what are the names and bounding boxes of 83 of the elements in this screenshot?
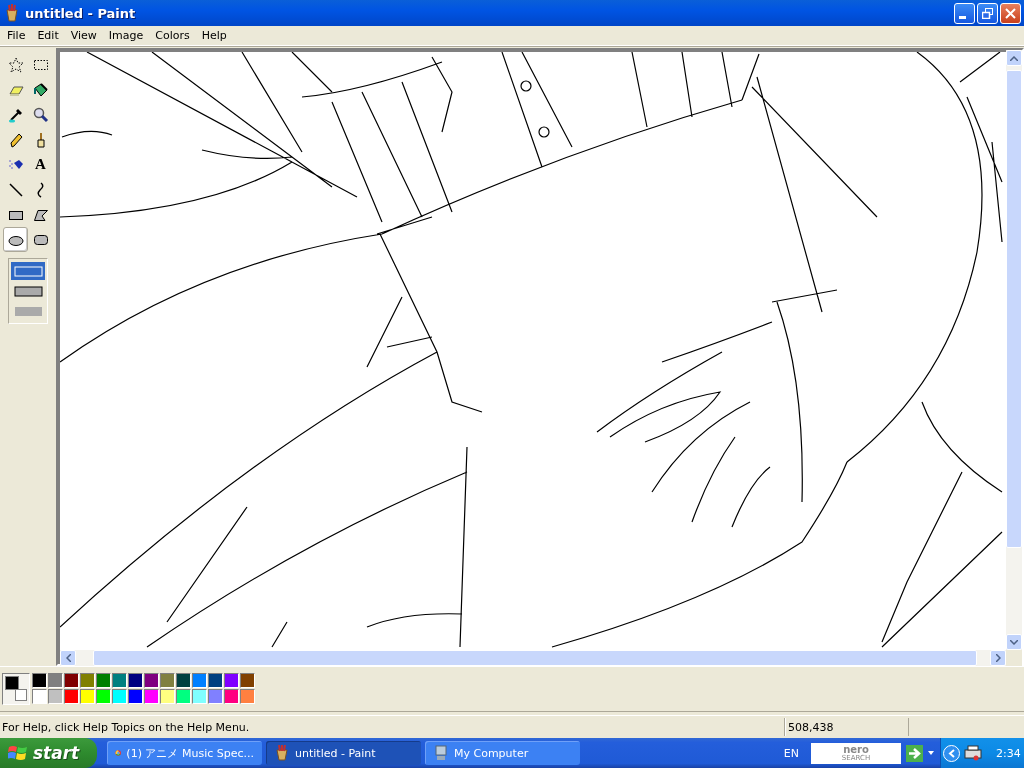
paint-app-icon bbox=[274, 745, 290, 761]
paint-bucket-icon bbox=[32, 81, 49, 98]
window-title: untitled - Paint bbox=[25, 5, 137, 21]
color-swatch[interactable] bbox=[128, 673, 143, 688]
scrollbar-corner bbox=[1006, 650, 1022, 666]
taskbar-button[interactable]: My Computer bbox=[425, 741, 580, 765]
background-color[interactable] bbox=[15, 689, 27, 701]
magnifier-icon bbox=[32, 106, 49, 123]
paint-app-icon bbox=[4, 4, 20, 22]
menu-item[interactable]: Image bbox=[102, 28, 150, 43]
color-swatch[interactable] bbox=[112, 689, 127, 704]
scroll-left-button[interactable] bbox=[60, 650, 76, 666]
taskbar-button[interactable]: untitled - Paint bbox=[266, 741, 421, 765]
color-swatch[interactable] bbox=[64, 673, 79, 688]
menu-item[interactable]: Edit bbox=[31, 28, 65, 43]
caret-up-icon bbox=[1010, 55, 1018, 61]
taskbar-button[interactable]: (1) アニメ Music Spec... bbox=[107, 741, 262, 765]
restore-icon bbox=[982, 7, 993, 19]
cursor-coordinates: 508,438 bbox=[784, 718, 908, 736]
color-swatch[interactable] bbox=[144, 689, 159, 704]
tool-button[interactable]: A bbox=[28, 152, 53, 177]
color-swatch[interactable] bbox=[96, 673, 111, 688]
caret-down-icon bbox=[1010, 639, 1018, 645]
minimize-button[interactable] bbox=[954, 2, 975, 24]
color-swatch[interactable] bbox=[160, 673, 175, 688]
menu-item[interactable]: Help bbox=[195, 28, 233, 43]
minimize-icon bbox=[959, 15, 966, 19]
chevron-left-icon bbox=[948, 748, 955, 758]
fill-style-option[interactable] bbox=[11, 262, 45, 280]
language-indicator[interactable]: EN bbox=[783, 746, 799, 760]
color-swatch[interactable] bbox=[208, 673, 223, 688]
scroll-thumb[interactable] bbox=[1006, 70, 1022, 548]
printer-icon[interactable] bbox=[964, 745, 982, 761]
start-button[interactable]: start bbox=[0, 738, 97, 768]
outline-fill-style-icon bbox=[13, 285, 43, 297]
color-swatch[interactable] bbox=[192, 673, 207, 688]
arrow-icon[interactable] bbox=[906, 744, 923, 762]
computer-icon bbox=[433, 745, 449, 761]
scroll-down-button[interactable] bbox=[1006, 634, 1022, 650]
color-swatch[interactable] bbox=[224, 673, 239, 688]
close-icon bbox=[1005, 7, 1016, 19]
color-swatch[interactable] bbox=[80, 673, 95, 688]
eyedropper-icon bbox=[7, 106, 24, 123]
color-swatch[interactable] bbox=[32, 689, 47, 704]
color-swatch[interactable] bbox=[192, 689, 207, 704]
color-swatch[interactable] bbox=[240, 689, 255, 704]
foreground-color[interactable] bbox=[5, 676, 19, 690]
color-swatch[interactable] bbox=[96, 689, 111, 704]
close-button[interactable] bbox=[1000, 2, 1021, 24]
clock: 2:34 bbox=[996, 746, 1021, 760]
caret-left-icon bbox=[65, 654, 71, 662]
color-swatch[interactable] bbox=[48, 689, 63, 704]
fill-style-icon bbox=[13, 305, 43, 317]
windows-flag-icon bbox=[8, 744, 28, 762]
caret-icon[interactable] bbox=[928, 751, 934, 755]
line-icon bbox=[7, 181, 24, 198]
status-help-text: For Help, click Help Topics on the Help Menu. bbox=[1, 720, 251, 734]
menu-item[interactable]: Colors bbox=[149, 28, 196, 43]
color-swatch[interactable] bbox=[64, 689, 79, 704]
color-swatch[interactable] bbox=[128, 689, 143, 704]
scroll-up-button[interactable] bbox=[1006, 50, 1022, 66]
scroll-right-button[interactable] bbox=[990, 650, 1006, 666]
color-swatch[interactable] bbox=[240, 673, 255, 688]
color-swatch[interactable] bbox=[112, 673, 127, 688]
restore-button[interactable] bbox=[977, 2, 998, 24]
dashed-star-icon bbox=[7, 56, 24, 73]
menu-item[interactable]: File bbox=[1, 28, 32, 43]
color-swatch[interactable] bbox=[208, 689, 223, 704]
color-swatch[interactable] bbox=[32, 673, 47, 688]
show-hidden-icons-button[interactable] bbox=[943, 744, 960, 762]
tool-button[interactable] bbox=[3, 227, 28, 252]
vertical-scrollbar[interactable] bbox=[1006, 50, 1022, 650]
caret-right-icon bbox=[995, 654, 1001, 662]
color-swatch[interactable] bbox=[176, 689, 191, 704]
outline-style-icon bbox=[13, 265, 43, 277]
pencil-icon bbox=[7, 131, 24, 148]
color-swatch[interactable] bbox=[224, 689, 239, 704]
color-swatch[interactable] bbox=[48, 673, 63, 688]
color-swatch[interactable] bbox=[176, 673, 191, 688]
color-swatch[interactable] bbox=[160, 689, 175, 704]
color-swatch[interactable] bbox=[144, 673, 159, 688]
menu-item[interactable]: View bbox=[64, 28, 103, 43]
color-swatch[interactable] bbox=[80, 689, 95, 704]
